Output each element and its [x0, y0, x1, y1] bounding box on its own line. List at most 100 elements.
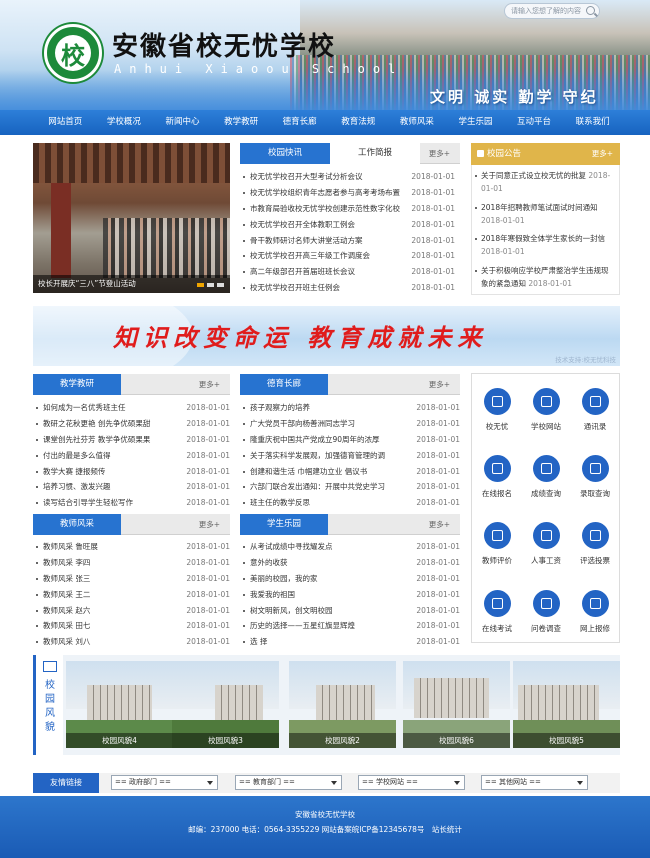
- list-item[interactable]: 树文明新风，创文明校园 2018-01-01: [240, 603, 460, 619]
- quick-link[interactable]: 校无忧: [472, 388, 522, 450]
- tab-teaching[interactable]: 教学教研: [33, 374, 121, 395]
- teachers-header: 教师风采 更多+: [33, 514, 230, 535]
- scenery-photo[interactable]: 校园风貌3: [172, 661, 279, 748]
- tab-teachers[interactable]: 教师风采: [33, 514, 121, 535]
- quick-link[interactable]: 评选投票: [570, 522, 620, 584]
- list-item[interactable]: 市教育局验收校无忧学校创建示范性数字化校 2018-01-01: [240, 201, 455, 217]
- list-item[interactable]: 骨干教师研讨名师大讲堂活动方案 2018-01-01: [240, 233, 455, 249]
- slider-dot[interactable]: [207, 283, 214, 287]
- list-item[interactable]: 六部门联合发出通知：开展中共党史学习 2018-01-01: [240, 479, 460, 495]
- list-item[interactable]: 我爱我的祖国 2018-01-01: [240, 587, 460, 603]
- scenery-photo[interactable]: 校园风貌5: [513, 661, 620, 748]
- quick-link[interactable]: 问卷调查: [521, 590, 571, 652]
- more-link[interactable]: 更多+: [199, 374, 220, 395]
- nav-item[interactable]: 新闻中心: [153, 110, 212, 135]
- links-select[interactable]: == 学校网站 ==: [358, 775, 465, 790]
- tab-students[interactable]: 学生乐园: [240, 514, 328, 535]
- students-list: 从考试成绩中寻找耀发点 2018-01-01 意外的收获 2018-01-01 美丽…: [240, 539, 460, 650]
- list-item[interactable]: 培养习惯、激发兴趣 2018-01-01: [33, 479, 230, 495]
- list-item[interactable]: 从考试成绩中寻找耀发点 2018-01-01: [240, 539, 460, 555]
- links-select[interactable]: == 其他网站 ==: [481, 775, 588, 790]
- quick-link[interactable]: 在线报名: [472, 455, 522, 517]
- list-item[interactable]: 课堂创先社芬芳 教学争优硕果果 2018-01-01: [33, 432, 230, 448]
- list-item[interactable]: 教师风采 赵六 2018-01-01: [33, 603, 230, 619]
- list-item[interactable]: 教师风采 田七 2018-01-01: [33, 618, 230, 634]
- quick-link[interactable]: 成绩查询: [521, 455, 571, 517]
- list-item[interactable]: 班主任的教学反思 2018-01-01: [240, 495, 460, 511]
- quick-link[interactable]: 人事工资: [521, 522, 571, 584]
- nav-item[interactable]: 互动平台: [505, 110, 564, 135]
- nav-item[interactable]: 网站首页: [36, 110, 95, 135]
- nav-item[interactable]: 德育长廊: [270, 110, 329, 135]
- list-item[interactable]: 教师风采 王二 2018-01-01: [33, 587, 230, 603]
- links-select[interactable]: == 教育部门 ==: [235, 775, 342, 790]
- list-item[interactable]: 校无忧学校召开全体教职工例会 2018-01-01: [240, 217, 455, 233]
- list-item[interactable]: 付出的最是多么值得 2018-01-01: [33, 448, 230, 464]
- list-item[interactable]: 教学大赛 捷报频传 2018-01-01: [33, 464, 230, 480]
- list-item[interactable]: 孩子观察力的培养 2018-01-01: [240, 400, 460, 416]
- list-item[interactable]: 校无忧学校组织青年志愿者参与高考考场布置 2018-01-01: [240, 185, 455, 201]
- search-input[interactable]: 请输入您想了解的内容: [504, 3, 600, 19]
- list-item[interactable]: 选 择 2018-01-01: [240, 634, 460, 650]
- list-item[interactable]: 校无忧学校召开班主任例会 2018-01-01: [240, 280, 455, 296]
- nav-item[interactable]: 教育法规: [329, 110, 388, 135]
- list-item[interactable]: 关于落实科学发展观，加强德育管理的调 2018-01-01: [240, 448, 460, 464]
- more-link[interactable]: 更多+: [429, 143, 450, 164]
- scenery-photo[interactable]: 校园风貌2: [289, 661, 396, 748]
- list-item[interactable]: 美丽的校园，我的家 2018-01-01: [240, 571, 460, 587]
- slider-dot[interactable]: [197, 283, 204, 287]
- tab-moral[interactable]: 德育长廊: [240, 374, 328, 395]
- notice-item[interactable]: 2018年招聘教师笔试面试时间通知 2018-01-01: [474, 201, 615, 228]
- tab-work-briefing[interactable]: 工作简报: [330, 143, 420, 164]
- notice-item[interactable]: 关于积极响应学校严肃整治学生违规现象的紧急通知 2018-01-01: [474, 264, 615, 291]
- list-item[interactable]: 意外的收获 2018-01-01: [240, 555, 460, 571]
- more-link[interactable]: 更多+: [429, 514, 450, 535]
- list-item[interactable]: 高二年级部召开首届班班长会议 2018-01-01: [240, 264, 455, 280]
- notice-item[interactable]: 2018年寒假致全体学生家长的一封信 2018-01-01: [474, 232, 615, 259]
- nav-item[interactable]: 学生乐园: [446, 110, 505, 135]
- tab-campus-news[interactable]: 校园快讯: [240, 143, 330, 164]
- search-icon[interactable]: [586, 6, 595, 15]
- quick-link[interactable]: 录取查询: [570, 455, 620, 517]
- scenery-photo[interactable]: 校园风貌6: [403, 661, 510, 748]
- school-logo[interactable]: 校: [44, 24, 102, 82]
- list-item[interactable]: 校无忧学校召开大型考试分析会议 2018-01-01: [240, 169, 455, 185]
- list-item[interactable]: 教师风采 李四 2018-01-01: [33, 555, 230, 571]
- list-item[interactable]: 如何成为一名优秀班主任 2018-01-01: [33, 400, 230, 416]
- more-link[interactable]: 更多+: [199, 514, 220, 535]
- form-icon: [483, 455, 511, 482]
- quick-link[interactable]: 在线考试: [472, 590, 522, 652]
- nav-item[interactable]: 教师风采: [388, 110, 447, 135]
- list-item[interactable]: 历史的选择——五星红旗显辉煌 2018-01-01: [240, 618, 460, 634]
- nav-item[interactable]: 联系我们: [563, 110, 622, 135]
- quick-link[interactable]: 学校网站: [521, 388, 571, 450]
- survey-icon: [532, 590, 560, 617]
- scenery-photo[interactable]: 校园风貌4: [66, 661, 173, 748]
- quick-link[interactable]: 网上报修: [570, 590, 620, 652]
- list-item[interactable]: 校无忧学校召开高三年级工作调度会 2018-01-01: [240, 248, 455, 264]
- notice-item[interactable]: 关于同意正式设立校无忧的批复 2018-01-01: [474, 169, 615, 196]
- quick-link[interactable]: 通讯录: [570, 388, 620, 450]
- moral-list: 孩子观察力的培养 2018-01-01 广大党员干部向杨善洲同志学习 2018-01…: [240, 400, 460, 511]
- links-select[interactable]: == 政府部门 ==: [111, 775, 218, 790]
- list-item[interactable]: 教研之花秋更艳 创先争优硕果甜 2018-01-01: [33, 416, 230, 432]
- list-item[interactable]: 创建和谐生活 巾帼建功立业 倡议书 2018-01-01: [240, 464, 460, 480]
- nav-item[interactable]: 学校概况: [95, 110, 154, 135]
- quick-link[interactable]: 教师评价: [472, 522, 522, 584]
- photo-slider[interactable]: 校长开展庆“三八”节登山活动: [33, 143, 230, 293]
- more-link[interactable]: 更多+: [429, 374, 450, 395]
- site-header: 校 安徽省校无忧学校 Anhui Xiaoou School 文明 诚实 勤学 …: [0, 0, 650, 110]
- image-icon: [43, 661, 57, 672]
- slider-dot[interactable]: [217, 283, 224, 287]
- banner-credit: 技术支持:校无忧科技: [555, 356, 616, 364]
- list-item[interactable]: 教师风采 张三 2018-01-01: [33, 571, 230, 587]
- list-item[interactable]: 教师风采 刘八 2018-01-01: [33, 634, 230, 650]
- notice-header: 校园公告 更多+: [471, 143, 620, 165]
- nav-item[interactable]: 教学教研: [212, 110, 271, 135]
- list-item[interactable]: 广大党员干部向杨善洲同志学习 2018-01-01: [240, 416, 460, 432]
- list-item[interactable]: 教师风采 鲁旺展 2018-01-01: [33, 539, 230, 555]
- footer-school: 安徽省校无忧学校: [295, 810, 355, 819]
- list-item[interactable]: 读写结合引导学生轻松写作 2018-01-01: [33, 495, 230, 511]
- list-item[interactable]: 隆重庆祝中国共产党成立90周年的浓厚 2018-01-01: [240, 432, 460, 448]
- more-link[interactable]: 更多+: [592, 143, 613, 165]
